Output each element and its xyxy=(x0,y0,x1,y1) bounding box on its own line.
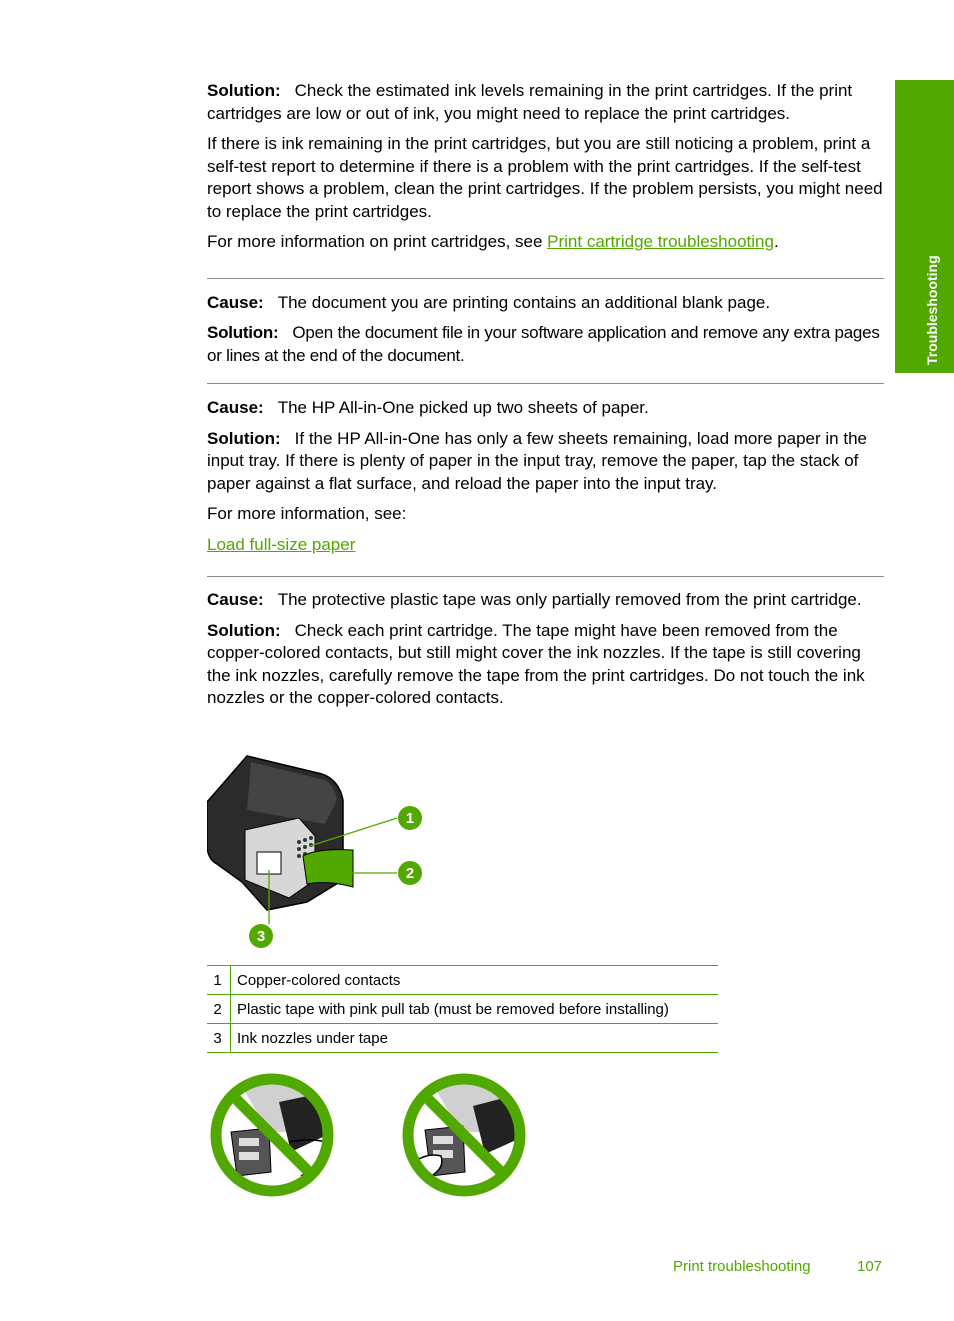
solution-label: Solution: xyxy=(207,620,281,640)
callout-2-label: 2 xyxy=(406,865,414,882)
cause-text: The protective plastic tape was only par… xyxy=(277,590,862,609)
do-not-touch-nozzles-image xyxy=(401,1072,527,1198)
cause-text: The document you are printing contains a… xyxy=(277,292,771,312)
body-paragraph: If there is ink remaining in the print c… xyxy=(207,134,883,221)
cause-paragraph: Cause: The protective plastic tape was on… xyxy=(207,589,884,612)
table-row: 3 Ink nozzles under tape xyxy=(207,1023,718,1053)
solution-paragraph: Solution: Check each print cartridge. The… xyxy=(207,620,884,710)
solution-text: Open the document file in your software … xyxy=(207,323,880,365)
legend-text: Ink nozzles under tape xyxy=(230,1023,718,1053)
solution-paragraph: Solution: Open the document file in your … xyxy=(207,322,884,367)
link-paragraph: Load full-size paper xyxy=(207,534,884,557)
cause-paragraph: Cause: The document you are printing cont… xyxy=(207,292,884,315)
cause-label: Cause: xyxy=(207,292,264,312)
page-content: Solution: Check the estimated ink levels … xyxy=(207,80,884,718)
solution-text: Check each print cartridge. The tape mig… xyxy=(207,620,865,708)
more-info-paragraph: For more information, see: xyxy=(207,504,407,523)
footer-section-title: Print troubleshooting xyxy=(673,1258,811,1275)
solution-paragraph: Solution: If the HP All-in-One has only a… xyxy=(207,428,884,496)
print-cartridge-illustration: 1 2 3 xyxy=(206,755,422,948)
legend-number: 1 xyxy=(207,965,231,995)
legend-text: Copper-colored contacts xyxy=(230,965,718,995)
solution-paragraph: Solution: Check the estimated ink levels … xyxy=(207,80,884,125)
callout-3-label: 3 xyxy=(257,928,265,945)
cause-paragraph: Cause: The HP All-in-One picked up two sh… xyxy=(207,397,884,420)
callout-1-label: 1 xyxy=(406,810,414,827)
page-number: 107 xyxy=(857,1258,883,1275)
load-full-size-paper-link[interactable]: Load full-size paper xyxy=(207,535,355,554)
callout-3: 3 xyxy=(249,924,273,948)
solution-label: Solution: xyxy=(207,323,279,342)
legend-number: 3 xyxy=(207,1023,231,1053)
more-info-paragraph: For more information on print cartridges… xyxy=(207,231,884,254)
print-cartridge-figure: 1 2 3 xyxy=(206,752,437,957)
legend-number: 2 xyxy=(207,994,231,1024)
cause-label: Cause: xyxy=(207,398,264,417)
cause-text: The HP All-in-One picked up two sheets o… xyxy=(277,398,649,417)
callout-2: 2 xyxy=(398,861,422,885)
solution-label: Solution: xyxy=(207,428,281,448)
side-tab-label: Troubleshooting xyxy=(923,255,940,365)
prohibited-icon xyxy=(210,1073,334,1197)
figure-legend-table: 1 Copper-colored contacts 2 Plastic tape… xyxy=(207,965,718,1053)
do-not-touch-contacts-image xyxy=(209,1072,335,1198)
more-info-prefix: For more information on print cartridges… xyxy=(207,232,548,251)
prohibited-icon xyxy=(402,1073,526,1197)
solution-label: Solution: xyxy=(207,81,281,100)
table-row: 1 Copper-colored contacts xyxy=(207,965,718,995)
plastic-tape xyxy=(302,849,354,888)
table-row: 2 Plastic tape with pink pull tab (must … xyxy=(207,994,718,1024)
callout-1: 1 xyxy=(398,806,422,830)
side-tab: Troubleshooting xyxy=(895,80,954,373)
solution-text: Check the estimated ink levels remaining… xyxy=(207,81,853,123)
more-info-suffix: . xyxy=(773,232,779,251)
cause-label: Cause: xyxy=(207,590,264,609)
print-cartridge-troubleshooting-link[interactable]: Print cartridge troubleshooting xyxy=(547,232,774,251)
legend-text: Plastic tape with pink pull tab (must be… xyxy=(230,994,718,1024)
solution-text: If the HP All-in-One has only a few shee… xyxy=(207,428,867,493)
